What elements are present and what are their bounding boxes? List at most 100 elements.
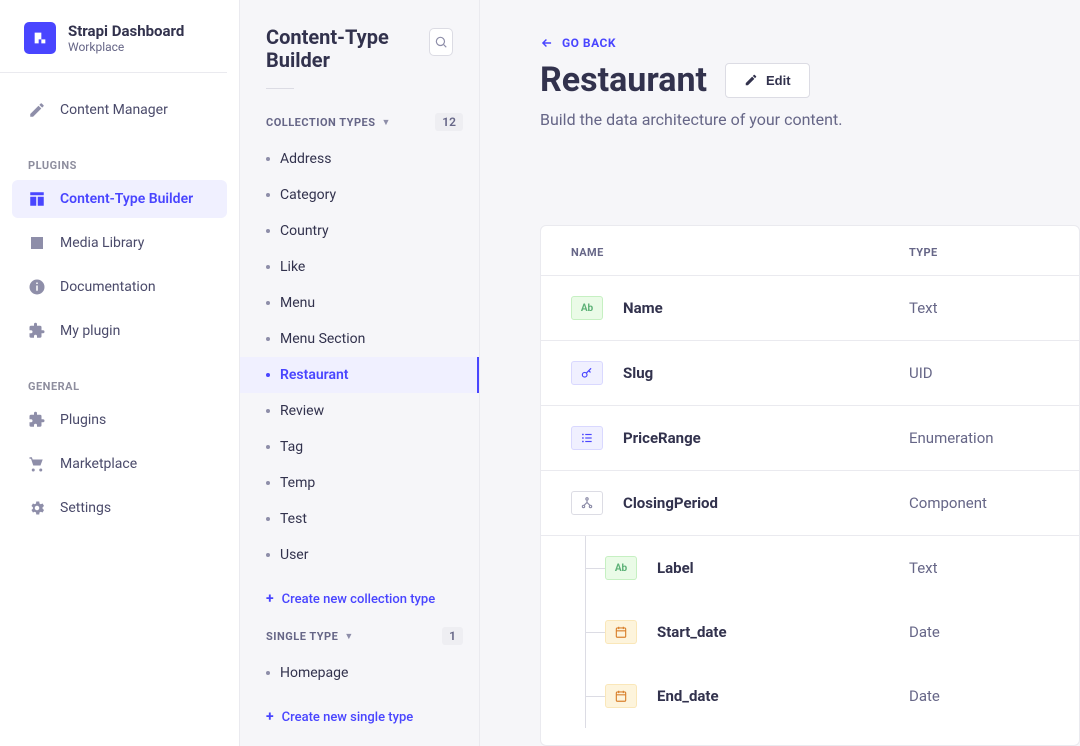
workspace-name: Workplace bbox=[68, 40, 184, 54]
field-type: Date bbox=[909, 623, 1049, 641]
nav-media-library[interactable]: Media Library bbox=[12, 224, 227, 262]
bullet-icon bbox=[266, 301, 270, 305]
type-item-label: Menu bbox=[280, 295, 315, 311]
type-item-label: Tag bbox=[280, 439, 303, 455]
info-icon bbox=[28, 278, 46, 296]
plus-icon: + bbox=[266, 709, 274, 725]
collection-type-item[interactable]: Address bbox=[240, 141, 479, 177]
collection-types-header[interactable]: COLLECTION TYPES ▼ 12 bbox=[252, 113, 467, 141]
nav-label: My plugin bbox=[60, 323, 120, 339]
divider bbox=[266, 88, 294, 89]
field-type-icon: Ab bbox=[605, 556, 637, 580]
type-item-label: Temp bbox=[280, 475, 315, 491]
type-item-label: Restaurant bbox=[280, 367, 349, 383]
sub-sidebar-title: Content-Type Builder bbox=[266, 26, 429, 72]
nav-general: GENERAL Plugins Marketplace Settings bbox=[0, 362, 239, 539]
type-item-label: User bbox=[280, 547, 308, 563]
collection-type-item[interactable]: Review bbox=[240, 393, 479, 429]
field-row[interactable]: PriceRangeEnumeration bbox=[541, 406, 1079, 471]
edit-label: Edit bbox=[766, 73, 791, 88]
create-single-type-link[interactable]: + Create new single type bbox=[252, 699, 467, 745]
single-type-label: SINGLE TYPE bbox=[266, 630, 338, 643]
bullet-icon bbox=[266, 517, 270, 521]
nav-plugins-general[interactable]: Plugins bbox=[12, 401, 227, 439]
nested-field-row[interactable]: AbLabelText bbox=[605, 536, 1079, 600]
table-header: NAME TYPE bbox=[541, 226, 1079, 276]
pencil-icon bbox=[28, 101, 46, 119]
collection-type-item[interactable]: Temp bbox=[240, 465, 479, 501]
nested-fields: AbLabelTextStart_dateDateEnd_dateDate bbox=[541, 536, 1079, 728]
collection-type-item[interactable]: Like bbox=[240, 249, 479, 285]
type-item-label: Like bbox=[280, 259, 305, 275]
nav-label: Marketplace bbox=[60, 456, 137, 472]
nav-settings[interactable]: Settings bbox=[12, 489, 227, 527]
nav-label: Settings bbox=[60, 500, 111, 516]
type-item-label: Country bbox=[280, 223, 329, 239]
collection-type-item[interactable]: Country bbox=[240, 213, 479, 249]
page-subtitle: Build the data architecture of your cont… bbox=[540, 110, 1080, 129]
nav-top: Content Manager bbox=[0, 83, 239, 141]
nav-content-manager[interactable]: Content Manager bbox=[12, 91, 227, 129]
field-type-icon bbox=[571, 361, 603, 385]
main-sidebar: Strapi Dashboard Workplace Content Manag… bbox=[0, 0, 240, 746]
type-item-label: Category bbox=[280, 187, 336, 203]
single-type-item[interactable]: Homepage bbox=[240, 655, 479, 691]
field-type: Component bbox=[909, 494, 1049, 512]
bullet-icon bbox=[266, 445, 270, 449]
bullet-icon bbox=[266, 193, 270, 197]
field-row[interactable]: ClosingPeriodComponent bbox=[541, 471, 1079, 536]
collection-types-label: COLLECTION TYPES bbox=[266, 116, 376, 129]
nav-marketplace[interactable]: Marketplace bbox=[12, 445, 227, 483]
collection-type-item[interactable]: Tag bbox=[240, 429, 479, 465]
go-back-link[interactable]: GO BACK bbox=[540, 36, 1080, 50]
field-name: Start_date bbox=[657, 623, 909, 641]
field-type-icon bbox=[571, 491, 603, 515]
nested-field-row[interactable]: Start_dateDate bbox=[605, 600, 1079, 664]
field-name: Name bbox=[623, 299, 909, 317]
nav-label: Plugins bbox=[60, 412, 106, 428]
collection-type-item[interactable]: Menu bbox=[240, 285, 479, 321]
collection-type-item[interactable]: Test bbox=[240, 501, 479, 537]
logo-icon bbox=[24, 22, 56, 54]
single-type-header[interactable]: SINGLE TYPE ▼ 1 bbox=[252, 627, 467, 655]
go-back-label: GO BACK bbox=[562, 36, 616, 50]
nav-my-plugin[interactable]: My plugin bbox=[12, 312, 227, 350]
create-collection-type-link[interactable]: + Create new collection type bbox=[252, 581, 467, 627]
main-content: GO BACK Restaurant Edit Build the data a… bbox=[480, 0, 1080, 746]
bullet-icon bbox=[266, 671, 270, 675]
type-item-label: Menu Section bbox=[280, 331, 365, 347]
search-button[interactable] bbox=[429, 28, 453, 56]
nested-field-row[interactable]: End_dateDate bbox=[605, 664, 1079, 728]
nav-label: Documentation bbox=[60, 279, 156, 295]
collection-type-item[interactable]: User bbox=[240, 537, 479, 573]
nav-plugins: PLUGINS Content-Type Builder Media Libra… bbox=[0, 141, 239, 362]
field-name: ClosingPeriod bbox=[623, 494, 909, 512]
nav-label: Content-Type Builder bbox=[60, 191, 193, 207]
gear-icon bbox=[28, 499, 46, 517]
column-type-header: TYPE bbox=[909, 246, 1049, 259]
single-types-list: Homepage bbox=[240, 655, 479, 691]
bullet-icon bbox=[266, 373, 270, 377]
sidebar-header: Strapi Dashboard Workplace bbox=[0, 0, 227, 73]
cart-icon bbox=[28, 455, 46, 473]
field-name: End_date bbox=[657, 687, 909, 705]
bullet-icon bbox=[266, 265, 270, 269]
pencil-icon bbox=[744, 73, 758, 87]
layout-icon bbox=[28, 190, 46, 208]
caret-down-icon: ▼ bbox=[382, 117, 391, 128]
field-row[interactable]: AbNameText bbox=[541, 276, 1079, 341]
collection-type-item[interactable]: Restaurant bbox=[240, 357, 479, 393]
edit-button[interactable]: Edit bbox=[725, 63, 810, 98]
bullet-icon bbox=[266, 229, 270, 233]
collection-type-item[interactable]: Category bbox=[240, 177, 479, 213]
caret-down-icon: ▼ bbox=[344, 631, 353, 642]
search-icon bbox=[434, 35, 448, 49]
field-name: Slug bbox=[623, 364, 909, 382]
page-title: Restaurant bbox=[540, 60, 707, 100]
single-count-badge: 1 bbox=[442, 627, 463, 645]
field-row[interactable]: SlugUID bbox=[541, 341, 1079, 406]
nav-documentation[interactable]: Documentation bbox=[12, 268, 227, 306]
nav-content-type-builder[interactable]: Content-Type Builder bbox=[12, 180, 227, 218]
collection-type-item[interactable]: Menu Section bbox=[240, 321, 479, 357]
collection-types-list: Address Category Country Like Menu Menu Secti… bbox=[240, 141, 479, 573]
